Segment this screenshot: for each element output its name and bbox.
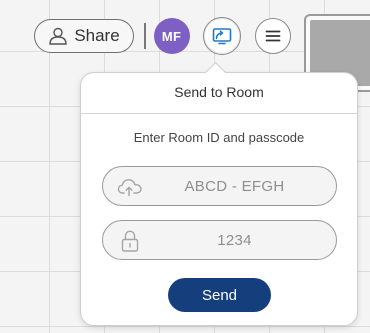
user-icon <box>48 27 68 45</box>
popover-title: Send to Room <box>174 84 264 100</box>
send-to-room-button[interactable] <box>202 17 241 55</box>
toolbar-divider <box>144 23 146 49</box>
menu-button[interactable] <box>254 18 291 54</box>
send-button[interactable]: Send <box>168 278 271 312</box>
passcode-field[interactable] <box>102 220 337 260</box>
avatar-initials: MF <box>161 28 182 44</box>
hamburger-menu-icon <box>265 29 281 43</box>
top-toolbar: Share MF <box>30 17 291 55</box>
popover-arrow <box>204 61 227 84</box>
room-id-input[interactable] <box>143 167 326 205</box>
room-id-field[interactable] <box>102 166 337 206</box>
popover-divider <box>81 113 357 114</box>
popover-instruction: Enter Room ID and passcode <box>133 130 305 145</box>
share-button[interactable]: Share <box>34 19 134 53</box>
lock-icon <box>117 229 143 253</box>
cloud-upload-icon <box>117 175 143 199</box>
send-label: Send <box>201 286 238 304</box>
passcode-input[interactable] <box>143 221 326 259</box>
avatar[interactable]: MF <box>153 18 190 54</box>
share-label: Share <box>74 26 120 45</box>
cast-screen-icon <box>211 27 233 45</box>
send-to-room-popover: Send to Room Enter Room ID and passcode … <box>80 61 358 326</box>
